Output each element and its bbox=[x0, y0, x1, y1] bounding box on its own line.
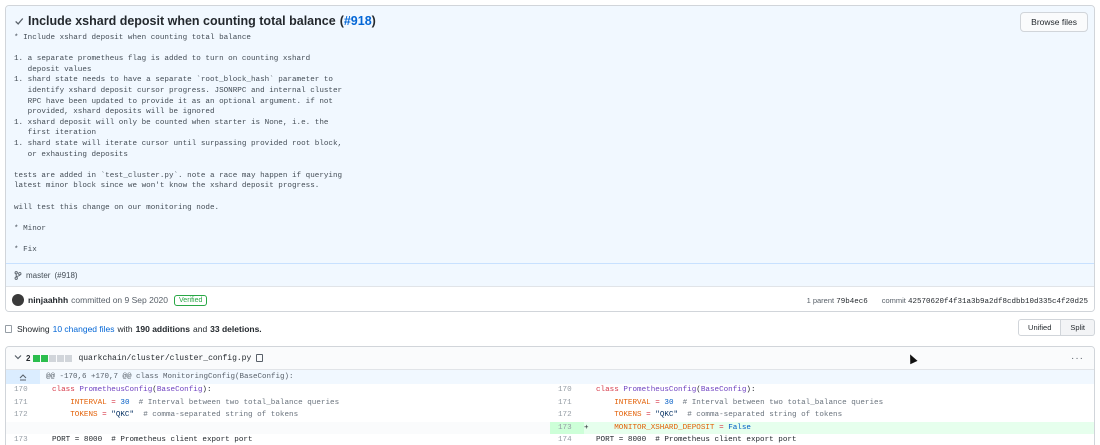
view-toggle: Unified Split bbox=[1018, 319, 1095, 336]
line-number[interactable]: 171 bbox=[550, 397, 584, 410]
branch-icon bbox=[14, 270, 22, 280]
split-button[interactable]: Split bbox=[1061, 319, 1095, 336]
diff-row: 170 class PrometheusConfig(BaseConfig): bbox=[550, 384, 1094, 397]
commit-box: Include xshard deposit when counting tot… bbox=[5, 5, 1095, 312]
split-diff: 170 class PrometheusConfig(BaseConfig): … bbox=[6, 384, 1094, 445]
more-options-icon[interactable]: ··· bbox=[1071, 353, 1084, 364]
diff-row-added: 173 + MONITOR_XSHARD_DEPOSIT = False bbox=[550, 421, 1094, 434]
diff-file: 2 quarkchain/cluster/cluster_config.py ·… bbox=[5, 346, 1095, 445]
hunk-header: @@ -170,6 +170,7 @@ class MonitoringConf… bbox=[6, 370, 1094, 384]
copy-path-icon[interactable] bbox=[256, 354, 264, 362]
diff-right: 170 class PrometheusConfig(BaseConfig): … bbox=[550, 384, 1094, 445]
browse-files-button[interactable]: Browse files bbox=[1020, 12, 1088, 32]
file-path[interactable]: quarkchain/cluster/cluster_config.py bbox=[78, 354, 251, 363]
commit-description: * Include xshard deposit when counting t… bbox=[14, 34, 343, 254]
line-number[interactable]: 174 bbox=[550, 434, 584, 445]
diffstat-blocks bbox=[33, 354, 73, 362]
commit-body: Include xshard deposit when counting tot… bbox=[6, 6, 1094, 264]
line-number[interactable]: 173 bbox=[550, 421, 584, 434]
unified-button[interactable]: Unified bbox=[1018, 319, 1062, 336]
changed-files-link[interactable]: 10 changed files bbox=[53, 324, 115, 334]
committed-date: committed on 9 Sep 2020 bbox=[71, 295, 169, 305]
file-header: 2 quarkchain/cluster/cluster_config.py ·… bbox=[6, 347, 1094, 370]
branch-pr[interactable]: (#918) bbox=[54, 271, 77, 280]
chevron-down-icon[interactable] bbox=[14, 353, 22, 363]
with-label: with bbox=[117, 323, 133, 334]
branch-name[interactable]: master bbox=[26, 271, 50, 280]
diff-row: 174 PORT = 8000 # Prometheus client expo… bbox=[550, 434, 1094, 445]
line-number[interactable]: 171 bbox=[6, 397, 40, 410]
parent-sha[interactable]: 79b4ec6 bbox=[836, 298, 868, 306]
author-name[interactable]: ninjaahhh bbox=[28, 295, 68, 305]
diff-left: 170 class PrometheusConfig(BaseConfig): … bbox=[6, 384, 550, 445]
diff-row: 171 INTERVAL = 30 # Interval between two… bbox=[6, 397, 550, 410]
and-label: and bbox=[192, 323, 208, 334]
avatar[interactable] bbox=[12, 294, 24, 306]
line-number[interactable]: 172 bbox=[6, 409, 40, 422]
pr-link[interactable]: #918 bbox=[344, 14, 372, 28]
showing-label: Showing bbox=[17, 323, 50, 334]
author-bar: ninjaahhh committed on 9 Sep 2020 Verifi… bbox=[6, 286, 1094, 311]
parent-info: 1 parent 79b4ec6 commit 42570620f4f31a3b… bbox=[806, 287, 1088, 311]
diff-row-empty bbox=[6, 421, 550, 434]
line-number[interactable]: 172 bbox=[550, 409, 584, 422]
expand-up-icon[interactable] bbox=[6, 370, 40, 384]
add-marker: + bbox=[584, 423, 589, 432]
diff-row: 172 TOKENS = "QKC" # comma-separated str… bbox=[550, 409, 1094, 422]
diff-row: 171 INTERVAL = 30 # Interval between two… bbox=[550, 397, 1094, 410]
line-number[interactable]: 170 bbox=[550, 384, 584, 397]
commit-title-text: Include xshard deposit when counting tot… bbox=[28, 14, 336, 28]
commit-sha: 42570620f4f31a3b9a2df8cdbb10d335c4f20d25 bbox=[907, 297, 1088, 306]
diff-row: 173 PORT = 8000 # Prometheus client expo… bbox=[6, 434, 550, 445]
diff-row: 172 TOKENS = "QKC" # comma-separated str… bbox=[6, 409, 550, 422]
commit-label: commit bbox=[881, 295, 906, 305]
hunk-header-text: @@ -170,6 +170,7 @@ class MonitoringConf… bbox=[46, 373, 294, 381]
verified-badge[interactable]: Verified bbox=[174, 294, 208, 306]
check-icon bbox=[14, 16, 24, 26]
parent-label: 1 parent bbox=[806, 295, 835, 305]
diffstat-count: 2 bbox=[26, 353, 31, 363]
line-number[interactable]: 173 bbox=[6, 434, 40, 445]
line-number[interactable]: 170 bbox=[6, 384, 40, 397]
file-diff-icon bbox=[5, 324, 12, 333]
additions-count: 190 additions bbox=[135, 323, 190, 334]
branch-bar: master (#918) bbox=[6, 264, 1094, 286]
deletions-count: 33 deletions. bbox=[210, 323, 262, 334]
diff-row: 170 class PrometheusConfig(BaseConfig): bbox=[6, 384, 550, 397]
diff-toolbar: Showing 10 changed files with 190 additi… bbox=[5, 319, 1095, 337]
commit-title: Include xshard deposit when counting tot… bbox=[14, 14, 376, 28]
